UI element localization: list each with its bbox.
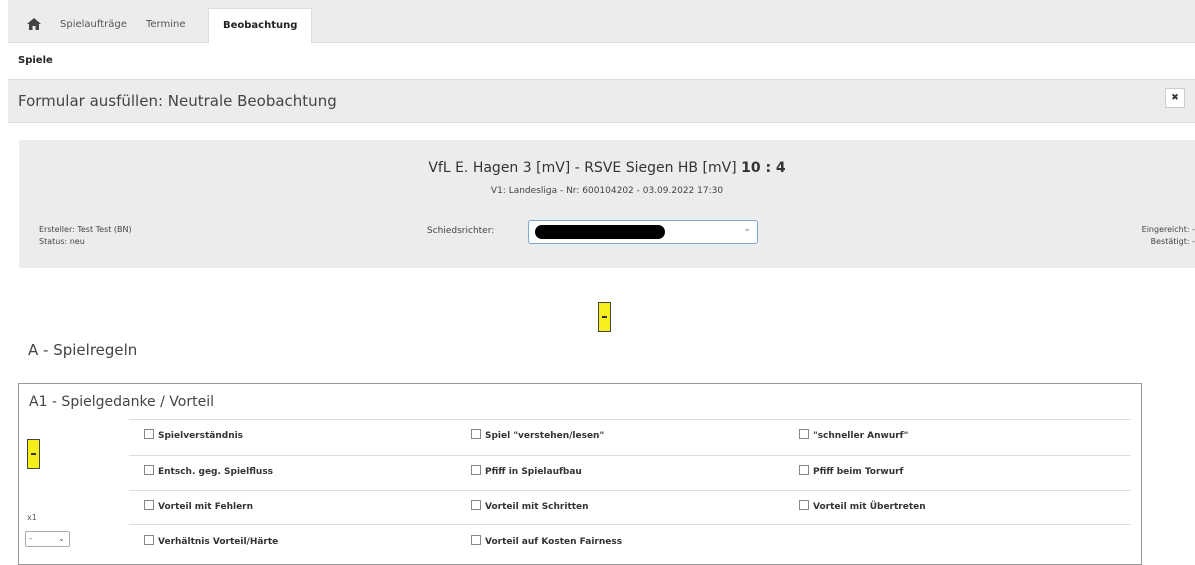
- checkbox-icon[interactable]: [471, 429, 481, 439]
- submission-info: Eingereicht: - Bestätigt: -: [1142, 224, 1195, 248]
- divider: [129, 524, 1131, 525]
- checkbox-option[interactable]: Vorteil mit Übertreten: [799, 500, 926, 512]
- criteria-card-a1: A1 - Spielgedanke / Vorteil Spielverstän…: [18, 383, 1142, 565]
- checkbox-icon[interactable]: [799, 465, 809, 475]
- match-teams: VfL E. Hagen 3 [mV] - RSVE Siegen HB [mV…: [428, 160, 737, 176]
- checkbox-icon[interactable]: [799, 429, 809, 439]
- checkbox-option[interactable]: Vorteil mit Schritten: [471, 500, 589, 512]
- status-text: Status: neu: [39, 237, 85, 246]
- tab-spielauftraege[interactable]: Spielaufträge: [60, 8, 127, 42]
- referee-label: Schiedsrichter:: [427, 226, 495, 236]
- submitted-text: Eingereicht: -: [1141, 225, 1195, 234]
- tab-beobachtung[interactable]: Beobachtung: [208, 8, 313, 43]
- checkbox-option[interactable]: Verhältnis Vorteil/Härte: [144, 535, 278, 547]
- chevron-down-icon: ⌄: [58, 534, 65, 543]
- checkbox-option[interactable]: Vorteil mit Fehlern: [144, 500, 253, 512]
- redacted-name: [535, 225, 665, 239]
- card-toggle-button[interactable]: [27, 439, 40, 469]
- divider: [129, 419, 1131, 420]
- tab-bar: Spielaufträge Termine Beobachtung: [8, 0, 1195, 43]
- checkbox-icon[interactable]: [144, 429, 154, 439]
- match-score: 10 : 4: [741, 160, 786, 176]
- form-header: Formular ausfüllen: Neutrale Beobachtung…: [8, 79, 1195, 123]
- checkbox-option[interactable]: Pfiff in Spielaufbau: [471, 465, 582, 477]
- checkbox-icon[interactable]: [144, 500, 154, 510]
- checkbox-option[interactable]: "schneller Anwurf": [799, 429, 908, 441]
- checkbox-icon[interactable]: [144, 465, 154, 475]
- match-meta: V1: Landesliga - Nr: 600104202 - 03.09.2…: [490, 186, 724, 196]
- score-select[interactable]: - ⌄: [25, 531, 70, 547]
- divider: [129, 455, 1131, 456]
- checkbox-option[interactable]: Entsch. geg. Spielfluss: [144, 465, 273, 477]
- collapse-toggle-button[interactable]: [598, 302, 611, 332]
- divider: [129, 490, 1131, 491]
- checkbox-option[interactable]: Spiel "verstehen/lesen": [471, 429, 604, 441]
- checkbox-icon[interactable]: [471, 500, 481, 510]
- home-icon[interactable]: [27, 18, 41, 30]
- checkbox-icon[interactable]: [471, 465, 481, 475]
- factor-label: x1: [27, 513, 37, 522]
- card-title: A1 - Spielgedanke / Vorteil: [29, 394, 214, 410]
- match-title: VfL E. Hagen 3 [mV] - RSVE Siegen HB [mV…: [19, 160, 1195, 176]
- creator-status: Ersteller: Test Test (BN) Status: neu: [39, 224, 132, 248]
- checkbox-icon[interactable]: [799, 500, 809, 510]
- match-info-panel: VfL E. Hagen 3 [mV] - RSVE Siegen HB [mV…: [19, 140, 1195, 268]
- checkbox-option[interactable]: Vorteil auf Kosten Fairness: [471, 535, 622, 547]
- checkbox-icon[interactable]: [471, 535, 481, 545]
- checkbox-icon[interactable]: [144, 535, 154, 545]
- checkbox-option[interactable]: Pfiff beim Torwurf: [799, 465, 903, 477]
- close-button[interactable]: ✖: [1165, 88, 1185, 108]
- checkbox-option[interactable]: Spielverständnis: [144, 429, 243, 441]
- subnav-spiele[interactable]: Spiele: [18, 55, 53, 66]
- page-title: Formular ausfüllen: Neutrale Beobachtung: [18, 92, 337, 110]
- section-title: A - Spielregeln: [28, 341, 138, 359]
- tab-termine[interactable]: Termine: [146, 8, 186, 42]
- creator-text: Ersteller: Test Test (BN): [39, 225, 132, 234]
- chevron-down-icon: ⌄: [743, 224, 751, 234]
- referee-select[interactable]: ⌄: [528, 220, 758, 244]
- confirmed-text: Bestätigt: -: [1150, 237, 1195, 246]
